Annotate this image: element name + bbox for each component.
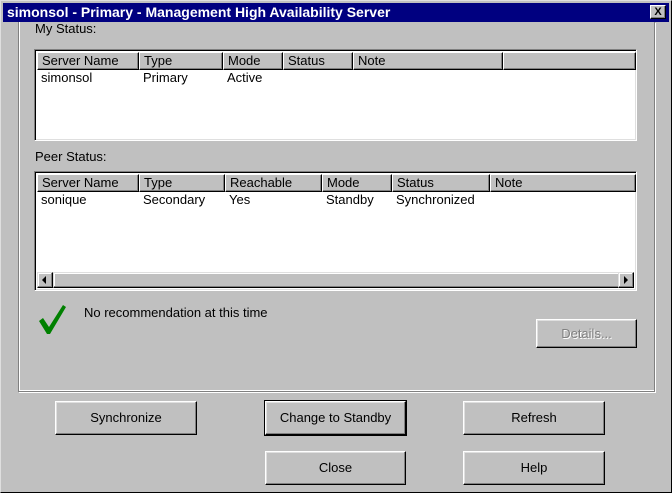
col-header-status[interactable]: Status — [392, 174, 490, 192]
cell-type: Primary — [143, 70, 188, 85]
cell-server-name: simonsol — [41, 70, 93, 85]
cell-type: Secondary — [143, 192, 206, 207]
green-checkmark-icon — [39, 305, 66, 334]
col-header-type[interactable]: Type — [139, 174, 225, 192]
peer-status-header: Server Name Type Reachable Mode Status N… — [37, 174, 636, 192]
change-to-standby-button[interactable]: Change to Standby — [264, 400, 407, 436]
table-row[interactable]: sonique Secondary Yes Standby Synchroniz… — [37, 192, 634, 208]
synchronize-button[interactable]: Synchronize — [55, 401, 197, 435]
col-header-note[interactable]: Note — [353, 52, 503, 70]
col-header-reachable[interactable]: Reachable — [225, 174, 322, 192]
synchronize-button-label: Synchronize — [90, 410, 162, 425]
help-button[interactable]: Help — [463, 451, 605, 485]
refresh-button[interactable]: Refresh — [463, 401, 605, 435]
checkmark-shape — [39, 305, 66, 334]
col-header-mode[interactable]: Mode — [223, 52, 283, 70]
close-button[interactable]: Close — [265, 451, 406, 485]
close-window-button[interactable]: X — [650, 5, 666, 19]
cell-mode: Standby — [326, 192, 374, 207]
close-button-label: Close — [318, 460, 353, 475]
title-bar[interactable]: simonsol - Primary - Management High Ava… — [3, 3, 669, 22]
scroll-right-arrow-icon — [624, 276, 628, 284]
details-button-label: Details... — [561, 326, 612, 341]
cell-reachable: Yes — [229, 192, 251, 207]
recommendation-text: No recommendation at this time — [84, 305, 268, 320]
my-status-header: Server Name Type Mode Status Note — [37, 52, 636, 70]
col-header-mode[interactable]: Mode — [322, 174, 392, 192]
col-header-status[interactable]: Status — [283, 52, 353, 70]
scroll-right-button[interactable] — [618, 272, 634, 288]
my-status-list[interactable]: Server Name Type Mode Status Note simons… — [34, 49, 637, 141]
refresh-button-label: Refresh — [511, 410, 557, 425]
cell-server-name: sonique — [41, 192, 87, 207]
scrollbar-thumb[interactable] — [53, 272, 621, 288]
change-to-standby-button-label: Change to Standby — [279, 410, 392, 425]
my-status-label: My Status: — [35, 21, 97, 36]
ha-server-dialog: simonsol - Primary - Management High Ava… — [0, 0, 672, 493]
col-header-filler — [503, 52, 636, 70]
col-header-note[interactable]: Note — [490, 174, 636, 192]
cell-status: Synchronized — [396, 192, 475, 207]
col-header-server-name[interactable]: Server Name — [37, 174, 139, 192]
window-title: simonsol - Primary - Management High Ava… — [7, 4, 391, 20]
scroll-left-arrow-icon — [42, 276, 46, 284]
peer-status-label: Peer Status: — [35, 149, 107, 164]
col-header-server-name[interactable]: Server Name — [37, 52, 139, 70]
peer-status-list[interactable]: Server Name Type Reachable Mode Status N… — [34, 171, 637, 291]
table-row[interactable]: simonsol Primary Active — [37, 70, 634, 86]
col-header-type[interactable]: Type — [139, 52, 223, 70]
scroll-left-button[interactable] — [37, 272, 53, 288]
details-button[interactable]: Details... — [536, 319, 637, 348]
cell-mode: Active — [227, 70, 263, 85]
help-button-label: Help — [520, 460, 548, 475]
horizontal-scrollbar[interactable] — [37, 272, 634, 288]
